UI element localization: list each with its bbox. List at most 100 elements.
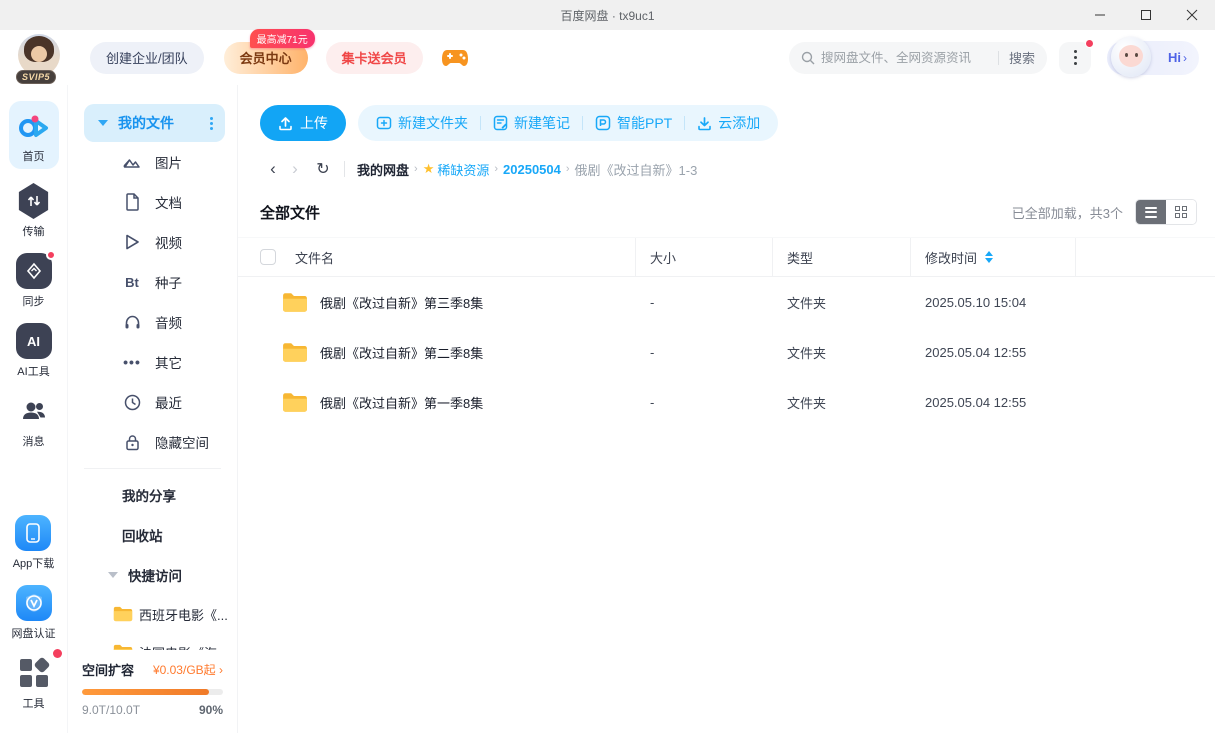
refresh-button[interactable]: ↻ [312,159,334,179]
new-folder-label: 新建文件夹 [398,115,468,131]
user-avatar[interactable]: SVIP5 [16,33,62,84]
list-view-button[interactable] [1136,200,1166,224]
table-row[interactable]: 俄剧《改过自新》第三季8集 - 文件夹 2025.05.10 15:04 [238,277,1215,327]
new-note-button[interactable]: 新建笔记 [481,113,582,133]
column-header-size[interactable]: 大小 [636,238,773,276]
view-toggle [1135,199,1197,225]
rail-label-messages: 消息 [22,436,45,448]
hidden-space-label: 隐藏空间 [155,436,209,451]
documents-icon [122,192,142,212]
bt-icon-text: Bt [125,274,139,290]
other-icon: ••• [122,352,142,372]
storage-usage: 9.0T/10.0T [82,703,141,717]
quick-item-spanish-movie[interactable]: 西班牙电影《... [68,595,237,633]
create-team-button[interactable]: 创建企业/团队 [90,41,204,74]
cloud-add-button[interactable]: 云添加 [685,113,772,133]
load-status: 已全部加载，共3个 [1011,205,1123,221]
column-header-type[interactable]: 类型 [773,238,911,276]
tools-icon [16,649,62,691]
star-icon: ★ [422,161,435,176]
kebab-icon [1073,50,1077,65]
folder-icon [283,292,307,312]
my-files-menu-icon[interactable] [208,115,215,132]
pictures-label: 图片 [155,156,182,171]
breadcrumb-level2[interactable]: 20250504 [503,162,561,177]
sync-notification-dot [45,250,56,260]
sidebar-item-documents[interactable]: 文档 [68,182,237,222]
member-center-button[interactable]: 会员中心 最高减71元 [223,28,315,74]
sidebar-item-recycle-bin[interactable]: 回收站 [68,515,237,555]
folder-icon [283,392,307,412]
rail-item-app-download[interactable]: App下载 [12,515,55,571]
rail-label-cert: 网盘认证 [11,628,56,640]
new-note-label: 新建笔记 [514,115,570,131]
assistant-label: Hi [1168,50,1181,65]
rail-item-home[interactable]: 首页 [8,101,59,169]
more-menu-button[interactable] [1059,38,1094,74]
lock-icon [122,432,142,452]
breadcrumb-level1[interactable]: ★ 稀缺资源 [423,160,490,179]
videos-label: 视频 [155,236,182,251]
search-input[interactable] [821,50,988,65]
search-bar: 搜索 [789,41,1047,74]
column-header-modified[interactable]: 修改时间 [911,238,1076,276]
rail-item-sync[interactable]: 同步 [15,250,56,309]
close-button[interactable] [1169,0,1215,30]
sidebar-item-my-share[interactable]: 我的分享 [68,475,237,515]
rail-item-cert[interactable]: 网盘认证 [12,585,56,641]
card-collect-button[interactable]: 集卡送会员 [325,41,423,74]
back-button[interactable]: ‹ [262,159,284,179]
file-size: - [650,294,655,310]
file-modified: 2025.05.04 12:55 [925,344,1027,360]
audio-icon [122,312,142,332]
assistant-button[interactable]: Hi › [1107,36,1199,77]
breadcrumb-level1-label: 稀缺资源 [437,162,490,178]
select-all-checkbox[interactable] [260,249,276,265]
sidebar: 我的文件 图片 文档 视频 Bt 种子 音频 ••• 其它 最近 隐藏空间 我的… [68,85,238,733]
rail-item-ai-tools[interactable]: AI AI工具 [15,323,52,379]
column-header-name[interactable]: 文件名 [295,248,334,267]
sidebar-item-other[interactable]: ••• 其它 [68,342,237,382]
videos-icon [122,232,142,252]
sidebar-item-my-files[interactable]: 我的文件 [84,104,225,142]
file-name[interactable]: 俄剧《改过自新》第一季8集 [320,393,483,412]
breadcrumb-current: 俄剧《改过自新》1-3 [574,162,698,178]
rail-item-tools[interactable]: 工具 [16,649,62,711]
sidebar-item-audio[interactable]: 音频 [68,302,237,342]
forward-button[interactable]: › [284,159,306,179]
table-row[interactable]: 俄剧《改过自新》第二季8集 - 文件夹 2025.05.04 12:55 [238,327,1215,377]
breadcrumb-root[interactable]: 我的网盘 [357,160,409,179]
cert-icon [15,585,52,621]
breadcrumb: ‹ › ↻ 我的网盘 › ★ 稀缺资源 › 20250504 › 俄剧《改过自新… [238,141,1215,179]
header: SVIP5 创建企业/团队 会员中心 最高减71元 集卡送会员 搜索 [0,28,1215,85]
maximize-button[interactable] [1123,0,1169,30]
rail-label-app-download: App下载 [12,558,55,570]
smart-ppt-button[interactable]: 智能PPT [583,113,684,133]
minimize-button[interactable] [1077,0,1123,30]
sidebar-item-videos[interactable]: 视频 [68,222,237,262]
sidebar-item-torrents[interactable]: Bt 种子 [68,262,237,302]
upload-button[interactable]: 上传 [260,105,346,141]
chevron-right-icon: › [1183,50,1187,65]
storage-price-link[interactable]: ¥0.03/GB起 › [153,661,223,678]
sidebar-item-quick-access[interactable]: 快捷访问 [68,555,237,595]
sort-icon[interactable] [985,251,994,263]
upload-label: 上传 [300,115,328,131]
storage-percent: 90% [198,703,223,717]
sidebar-item-pictures[interactable]: 图片 [68,142,237,182]
games-icon[interactable] [441,47,469,69]
sidebar-item-recent[interactable]: 最近 [68,382,237,422]
file-name[interactable]: 俄剧《改过自新》第二季8集 [320,343,483,362]
search-submit-button[interactable]: 搜索 [1009,48,1035,67]
sidebar-item-hidden-space[interactable]: 隐藏空间 [68,422,237,462]
recent-label: 最近 [155,396,182,411]
smart-ppt-icon [595,115,611,131]
search-divider [997,50,999,65]
rail-item-transfer[interactable]: 传输 [17,183,51,239]
new-folder-button[interactable]: 新建文件夹 [364,113,480,133]
file-name[interactable]: 俄剧《改过自新》第三季8集 [320,293,483,312]
table-row[interactable]: 俄剧《改过自新》第一季8集 - 文件夹 2025.05.04 12:55 [238,377,1215,427]
rail-item-messages[interactable]: 消息 [16,393,52,449]
grid-view-button[interactable] [1166,200,1196,224]
breadcrumb-separator: › [414,163,418,175]
